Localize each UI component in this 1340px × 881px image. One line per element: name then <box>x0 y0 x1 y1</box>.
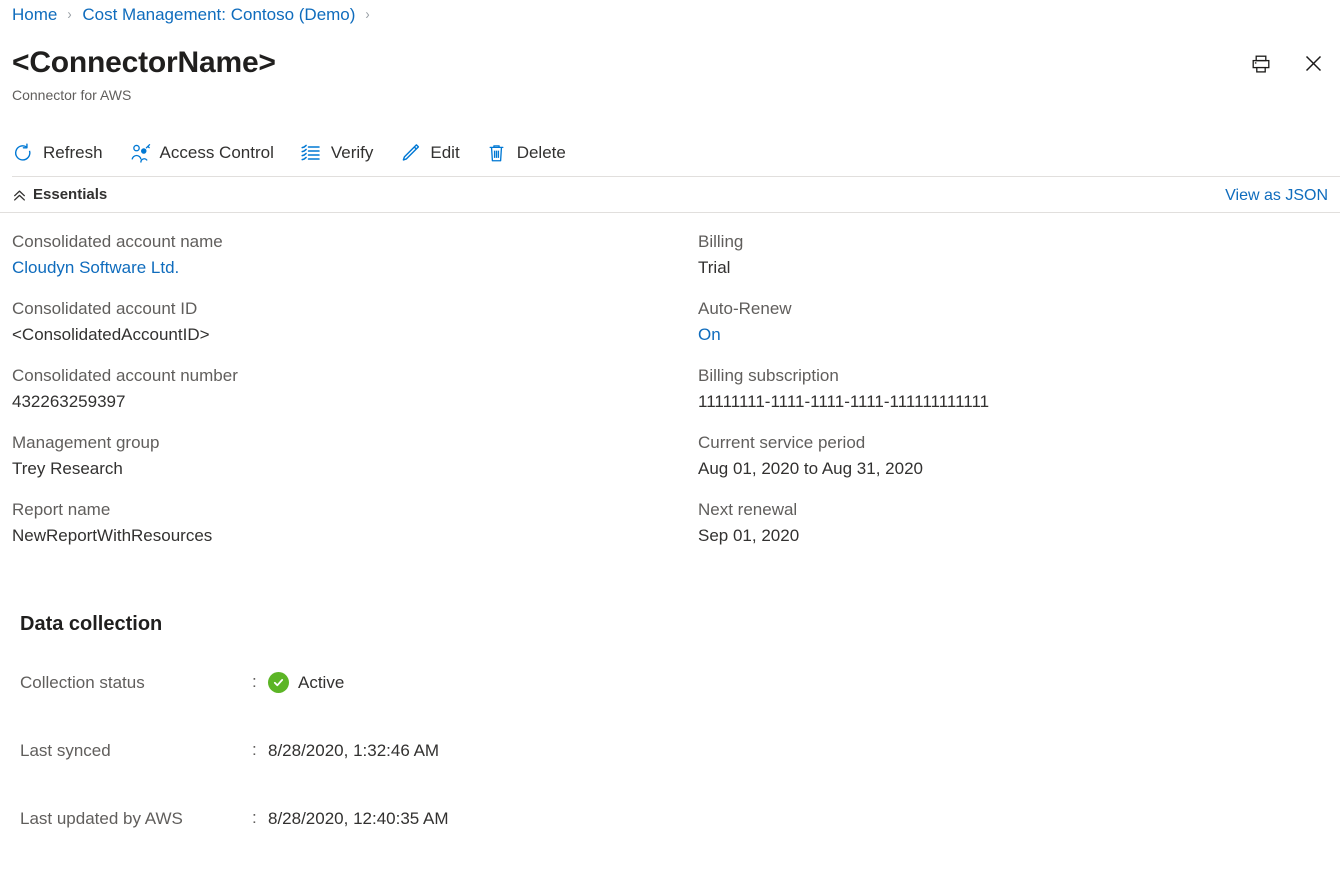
essentials-field-billing-subscription: Billing subscription 11111111-1111-1111-… <box>698 364 1328 413</box>
essentials-field-report-name: Report name NewReportWithResources <box>12 498 688 547</box>
access-control-icon <box>129 142 151 164</box>
data-collection-title: Data collection <box>20 613 163 635</box>
essentials-right-column: Billing Trial Auto-Renew On Billing subs… <box>688 230 1328 565</box>
delete-button[interactable]: Delete <box>486 133 578 173</box>
print-button[interactable] <box>1246 50 1276 80</box>
access-control-label: Access Control <box>159 143 274 162</box>
row-value: 8/28/2020, 12:40:35 AM <box>268 808 449 828</box>
field-label: Current service period <box>698 433 866 452</box>
command-bar: Refresh Access Control Verify Edit Delet… <box>12 133 592 173</box>
field-label: Consolidated account name <box>12 232 223 251</box>
refresh-icon <box>12 142 34 164</box>
row-label: Collection status <box>20 672 145 692</box>
delete-label: Delete <box>516 143 566 162</box>
window-actions <box>1246 50 1328 80</box>
row-label: Last updated by AWS <box>20 808 183 828</box>
row-value: 8/28/2020, 1:32:46 AM <box>268 740 440 760</box>
command-bar-divider <box>12 176 1340 177</box>
row-separator: : <box>252 808 257 827</box>
field-value: Trial <box>698 258 731 277</box>
field-value: Sep 01, 2020 <box>698 526 800 545</box>
row-separator: : <box>252 740 257 759</box>
essentials-toggle[interactable]: Essentials <box>12 185 107 205</box>
verify-button[interactable]: Verify <box>300 133 386 173</box>
field-value: 11111111-1111-1111-1111-111111111111 <box>698 392 990 411</box>
data-collection-row-last-updated-by-aws: Last updated by AWS : 8/28/2020, 12:40:3… <box>20 806 920 830</box>
field-value: Aug 01, 2020 to Aug 31, 2020 <box>698 459 923 478</box>
field-value[interactable]: Cloudyn Software Ltd. <box>12 256 688 279</box>
verify-icon <box>300 142 322 164</box>
essentials-field-current-service-period: Current service period Aug 01, 2020 to A… <box>698 431 1328 480</box>
essentials-field-billing: Billing Trial <box>698 230 1328 279</box>
printer-icon <box>1250 53 1272 78</box>
breadcrumb-item-cost-management[interactable]: Cost Management: Contoso (Demo) <box>82 3 355 27</box>
row-label: Last synced <box>20 740 111 760</box>
edit-button[interactable]: Edit <box>399 133 471 173</box>
breadcrumb-item-home[interactable]: Home <box>12 3 57 27</box>
essentials-field-consolidated-account-number: Consolidated account number 432263259397 <box>12 364 688 413</box>
data-collection-row-last-synced: Last synced : 8/28/2020, 1:32:46 AM <box>20 738 920 762</box>
essentials-divider <box>0 212 1340 213</box>
refresh-button[interactable]: Refresh <box>12 133 115 173</box>
trash-icon <box>486 142 508 164</box>
essentials-field-consolidated-account-name: Consolidated account name Cloudyn Softwa… <box>12 230 688 279</box>
close-button[interactable] <box>1298 50 1328 80</box>
field-value: NewReportWithResources <box>12 526 213 545</box>
essentials-grid: Consolidated account name Cloudyn Softwa… <box>0 230 1340 565</box>
page-title: <ConnectorName> <box>12 46 276 79</box>
edit-icon <box>399 142 421 164</box>
field-label: Report name <box>12 500 111 519</box>
field-label: Billing <box>698 232 744 251</box>
data-collection-row-collection-status: Collection status : Active <box>20 670 920 694</box>
field-value: Trey Research <box>12 459 123 478</box>
double-chevron-up-icon <box>12 188 26 202</box>
essentials-field-next-renewal: Next renewal Sep 01, 2020 <box>698 498 1328 547</box>
status-badge-text: Active <box>298 672 345 692</box>
field-value: <ConsolidatedAccountID> <box>12 325 210 344</box>
data-collection-section: Data collection Collection status : Acti… <box>20 610 920 874</box>
success-check-icon <box>268 671 289 693</box>
essentials-title: Essentials <box>33 186 108 203</box>
page-subtitle: Connector for AWS <box>12 87 132 103</box>
breadcrumb-separator-icon: › <box>365 6 371 23</box>
field-label: Management group <box>12 433 160 452</box>
breadcrumb: Home › Cost Management: Contoso (Demo) › <box>12 3 380 27</box>
essentials-field-management-group: Management group Trey Research <box>12 431 688 480</box>
field-label: Consolidated account number <box>12 366 238 385</box>
field-value[interactable]: On <box>698 323 1328 346</box>
row-separator: : <box>252 672 257 691</box>
close-icon <box>1303 53 1324 77</box>
field-label: Billing subscription <box>698 366 839 385</box>
essentials-field-consolidated-account-id: Consolidated account ID <ConsolidatedAcc… <box>12 297 688 346</box>
verify-label: Verify <box>330 143 374 162</box>
page-header: <ConnectorName> Connector for AWS <box>12 43 276 105</box>
field-value: 432263259397 <box>12 392 126 411</box>
access-control-button[interactable]: Access Control <box>129 133 286 173</box>
view-as-json-link[interactable]: View as JSON <box>1225 186 1328 206</box>
essentials-left-column: Consolidated account name Cloudyn Softwa… <box>0 230 688 565</box>
field-label: Auto-Renew <box>698 299 792 318</box>
row-value-wrapper: Active <box>268 671 344 694</box>
field-label: Consolidated account ID <box>12 299 198 318</box>
essentials-field-auto-renew: Auto-Renew On <box>698 297 1328 346</box>
refresh-label: Refresh <box>43 143 103 162</box>
breadcrumb-separator-icon: › <box>67 6 72 23</box>
field-label: Next renewal <box>698 500 798 519</box>
edit-label: Edit <box>430 143 460 162</box>
